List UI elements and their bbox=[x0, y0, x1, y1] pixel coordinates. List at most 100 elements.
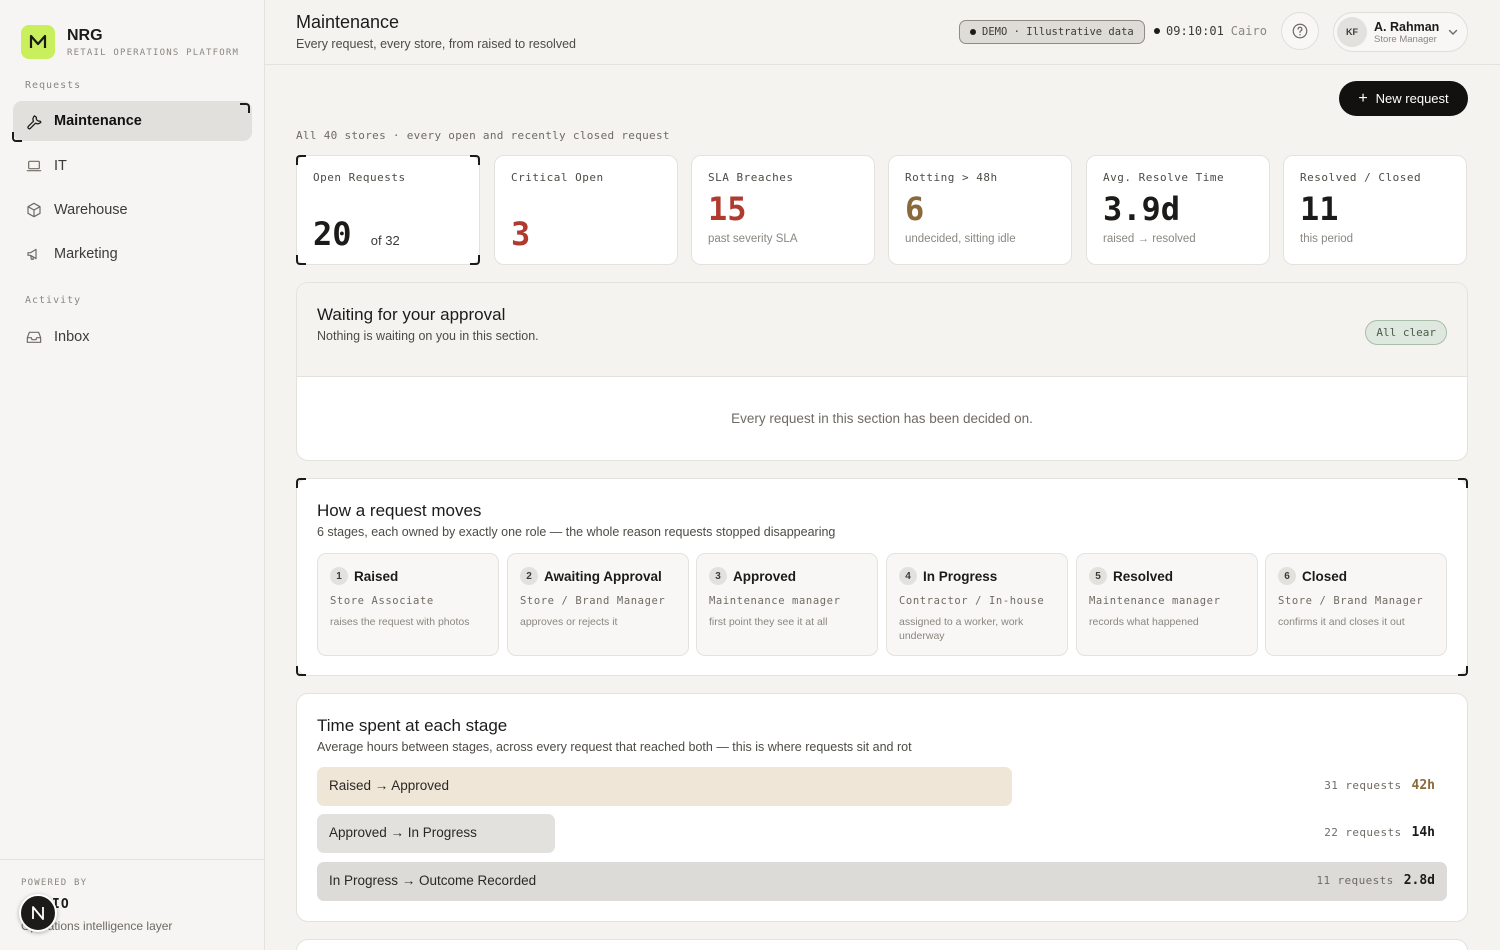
focus-corner bbox=[240, 103, 250, 113]
kpi-value: 15 bbox=[708, 190, 747, 228]
sidebar-item-label: Inbox bbox=[54, 329, 90, 345]
sidebar-item-maintenance[interactable]: Maintenance bbox=[12, 101, 252, 142]
kpi-value: 3 bbox=[511, 215, 531, 253]
page-title: Maintenance bbox=[296, 12, 400, 32]
focus-corner bbox=[296, 666, 306, 676]
focus-corner bbox=[1458, 666, 1468, 676]
help-button[interactable] bbox=[1281, 12, 1319, 50]
sidebar-item-marketing[interactable]: Marketing bbox=[13, 234, 252, 274]
stage-card[interactable]: 2 Awaiting Approval Store / Brand Manager… bbox=[507, 553, 689, 656]
clock-city: Cairo bbox=[1230, 24, 1267, 38]
approval-card-header: Waiting for your approval Nothing is wai… bbox=[297, 283, 1467, 377]
kpi-value: 6 bbox=[905, 190, 925, 228]
kpi-rotting[interactable]: Rotting > 48h 6 undecided, sitting idle bbox=[888, 155, 1072, 265]
plus-icon: + bbox=[1358, 89, 1368, 107]
brand-name: NRG bbox=[67, 26, 103, 44]
n-logo-icon bbox=[32, 906, 44, 920]
powered-by-label: POWERED BY bbox=[21, 878, 88, 888]
kpi-open-requests[interactable]: Open Requests 20 of 32 bbox=[296, 155, 480, 265]
m-logo-icon bbox=[29, 34, 47, 48]
clock-time: 09:10:01 bbox=[1166, 24, 1224, 38]
megaphone-icon bbox=[25, 245, 43, 263]
user-name: A. Rahman bbox=[1374, 19, 1440, 34]
sidebar-item-inbox[interactable]: Inbox bbox=[13, 317, 252, 357]
nav-section-requests: Requests bbox=[25, 80, 82, 91]
stage-timing-card: Time spent at each stage Average hours b… bbox=[296, 693, 1468, 922]
laptop-icon bbox=[25, 157, 43, 175]
kpi-sla-breaches[interactable]: SLA Breaches 15 past severity SLA bbox=[691, 155, 875, 265]
kpi-resolved-closed[interactable]: Resolved / Closed 11 this period bbox=[1283, 155, 1467, 265]
assistant-fab-button[interactable] bbox=[19, 894, 57, 932]
sidebar-item-label: Maintenance bbox=[54, 113, 142, 129]
stage-desc: records what happened bbox=[1089, 616, 1199, 628]
stage-card[interactable]: 6 Closed Store / Brand Manager confirms i… bbox=[1265, 553, 1447, 656]
stage-card[interactable]: 4 In Progress Contractor / In-house assig… bbox=[886, 553, 1068, 656]
stage-owner: Store Associate bbox=[330, 595, 434, 607]
timing-row[interactable]: Raised → Approved 31 requests 42h bbox=[317, 767, 1447, 806]
approval-empty-message: Every request in this section has been d… bbox=[731, 411, 1033, 426]
approval-card: Waiting for your approval Nothing is wai… bbox=[296, 282, 1468, 461]
top-header: Maintenance Every request, every store, … bbox=[265, 0, 1500, 65]
next-card bbox=[296, 939, 1468, 950]
stage-number: 6 bbox=[1278, 567, 1296, 585]
sidebar: NRG RETAIL OPERATIONS PLATFORM Requests … bbox=[0, 0, 265, 950]
kpi-label: Resolved / Closed bbox=[1300, 171, 1422, 184]
approval-title: Waiting for your approval bbox=[317, 305, 506, 324]
focus-corner bbox=[12, 132, 22, 142]
stage-owner: Contractor / In-house bbox=[899, 595, 1045, 607]
new-request-label: New request bbox=[1375, 91, 1449, 106]
kpi-sub: undecided, sitting idle bbox=[905, 233, 1016, 245]
focus-corner bbox=[296, 478, 306, 488]
brand[interactable]: NRG RETAIL OPERATIONS PLATFORM bbox=[21, 25, 239, 59]
user-menu-button[interactable]: KF A. Rahman Store Manager bbox=[1333, 12, 1468, 52]
demo-badge-label: DEMO · Illustrative data bbox=[982, 26, 1134, 38]
stage-name: Closed bbox=[1302, 568, 1348, 584]
focus-corner bbox=[296, 255, 306, 265]
sidebar-item-it[interactable]: IT bbox=[13, 146, 252, 186]
stage-number: 5 bbox=[1089, 567, 1107, 585]
timing-label: Approved → In Progress bbox=[329, 825, 477, 840]
box-icon bbox=[25, 201, 43, 219]
sidebar-item-warehouse[interactable]: Warehouse bbox=[13, 190, 252, 230]
kpi-value: 11 bbox=[1300, 190, 1339, 228]
timing-label: In Progress → Outcome Recorded bbox=[329, 873, 537, 888]
stage-name: Approved bbox=[733, 568, 797, 584]
dot-icon bbox=[970, 29, 976, 35]
brand-subtitle: RETAIL OPERATIONS PLATFORM bbox=[67, 47, 240, 58]
kpi-avg-resolve-time[interactable]: Avg. Resolve Time 3.9d raised → resolved bbox=[1086, 155, 1270, 265]
timing-subtitle: Average hours between stages, across eve… bbox=[317, 740, 912, 754]
stage-card[interactable]: 3 Approved Maintenance manager first poin… bbox=[696, 553, 878, 656]
timing-row[interactable]: In Progress → Outcome Recorded 11 reques… bbox=[317, 862, 1447, 901]
timing-title: Time spent at each stage bbox=[317, 716, 508, 735]
focus-corner bbox=[470, 255, 480, 265]
timing-value: 2.8d bbox=[1403, 873, 1435, 888]
kpi-critical-open[interactable]: Critical Open 3 bbox=[494, 155, 678, 265]
focus-corner bbox=[1458, 478, 1468, 488]
timing-count: 31 requests bbox=[1324, 779, 1402, 792]
flow-subtitle: 6 stages, each owned by exactly one role… bbox=[317, 525, 836, 539]
kpi-value-number: 20 bbox=[313, 215, 352, 253]
timing-label: Raised → Approved bbox=[329, 778, 450, 793]
new-request-button[interactable]: + New request bbox=[1339, 81, 1468, 116]
dot-icon bbox=[1154, 28, 1160, 34]
stage-name: Awaiting Approval bbox=[544, 568, 662, 584]
wrench-icon bbox=[25, 112, 43, 130]
stage-owner: Store / Brand Manager bbox=[520, 595, 666, 607]
flow-title: How a request moves bbox=[317, 501, 482, 520]
timing-row[interactable]: Approved → In Progress 22 requests 14h bbox=[317, 814, 1447, 853]
focus-corner bbox=[470, 155, 480, 165]
clock: 09:10:01 Cairo bbox=[1154, 24, 1267, 38]
stage-name: Raised bbox=[354, 568, 399, 584]
sidebar-item-label: IT bbox=[54, 158, 67, 174]
kpi-label: Rotting > 48h bbox=[905, 171, 998, 184]
stage-card[interactable]: 5 Resolved Maintenance manager records wh… bbox=[1076, 553, 1258, 656]
kpi-sub: past severity SLA bbox=[708, 233, 798, 245]
stage-number: 3 bbox=[709, 567, 727, 585]
all-clear-badge: All clear bbox=[1365, 320, 1447, 345]
demo-badge: DEMO · Illustrative data bbox=[959, 20, 1145, 44]
avatar: KF bbox=[1337, 17, 1367, 47]
timing-count: 22 requests bbox=[1324, 826, 1402, 839]
stage-card[interactable]: 1 Raised Store Associate raises the reque… bbox=[317, 553, 499, 656]
timing-count: 11 requests bbox=[1316, 874, 1394, 887]
stage-name: In Progress bbox=[923, 568, 998, 584]
